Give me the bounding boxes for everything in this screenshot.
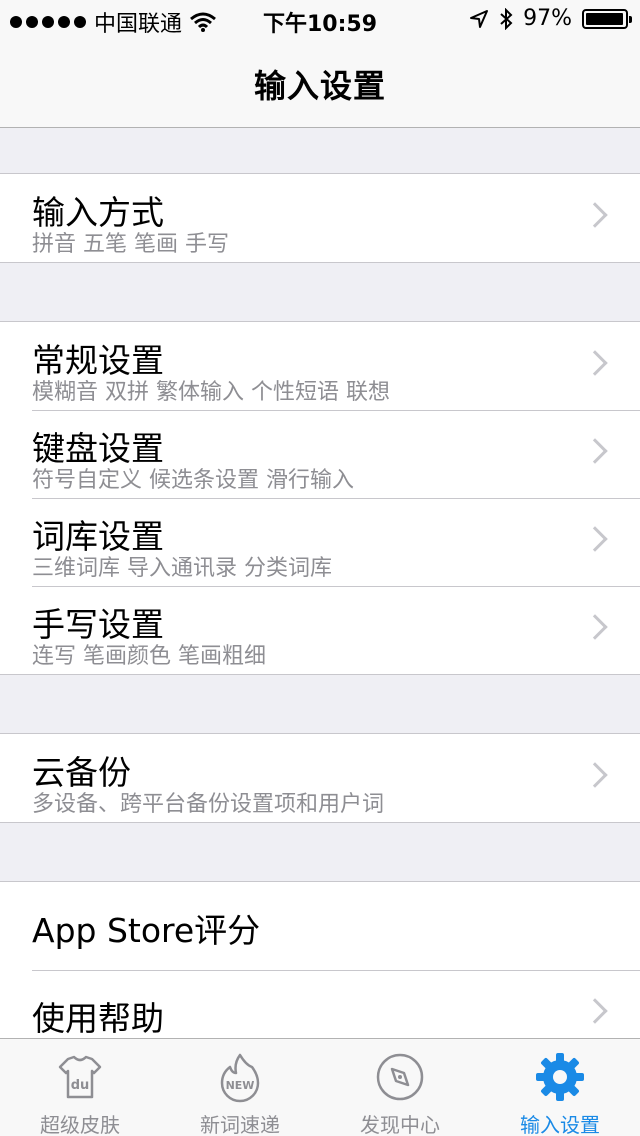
row-subtitle: 多设备、跨平台备份设置项和用户词 bbox=[32, 792, 385, 817]
chevron-right-icon bbox=[582, 202, 608, 228]
row-dictionary-settings[interactable]: 词库设置 三维词库 导入通讯录 分类词库 bbox=[0, 498, 640, 586]
battery-icon bbox=[582, 8, 632, 29]
settings-group-cloud: 云备份 多设备、跨平台备份设置项和用户词 bbox=[0, 733, 640, 823]
status-bar: 中国联通 下午10:59 97% bbox=[0, 0, 640, 40]
row-keyboard-settings[interactable]: 键盘设置 符号自定义 候选条设置 滑行输入 bbox=[0, 410, 640, 498]
location-arrow-icon bbox=[470, 9, 489, 28]
compass-icon bbox=[376, 1053, 424, 1101]
svg-text:du: du bbox=[71, 1078, 90, 1093]
tab-label: 发现中心 bbox=[360, 1113, 440, 1136]
chevron-right-icon bbox=[582, 998, 608, 1024]
row-input-method[interactable]: 输入方式 拼音 五笔 笔画 手写 bbox=[0, 174, 640, 262]
row-subtitle: 符号自定义 候选条设置 滑行输入 bbox=[32, 468, 354, 493]
row-subtitle: 三维词库 导入通讯录 分类词库 bbox=[32, 556, 332, 581]
tab-skins[interactable]: du 超级皮肤 bbox=[0, 1039, 160, 1136]
chevron-right-icon bbox=[582, 526, 608, 552]
page-title: 输入设置 bbox=[253, 66, 386, 105]
battery-percent: 97% bbox=[523, 6, 572, 31]
nav-bar: 输入设置 bbox=[0, 40, 640, 128]
chevron-right-icon bbox=[582, 438, 608, 464]
row-cloud-backup[interactable]: 云备份 多设备、跨平台备份设置项和用户词 bbox=[0, 734, 640, 822]
row-general-settings[interactable]: 常规设置 模糊音 双拼 繁体输入 个性短语 联想 bbox=[0, 322, 640, 410]
settings-group-misc: App Store评分 使用帮助 bbox=[0, 881, 640, 1059]
tab-label: 新词速递 bbox=[200, 1113, 280, 1136]
chevron-right-icon bbox=[582, 762, 608, 788]
row-app-store-rating[interactable]: App Store评分 bbox=[0, 882, 640, 970]
row-subtitle: 连写 笔画颜色 笔画粗细 bbox=[32, 644, 266, 669]
tab-label: 输入设置 bbox=[520, 1113, 600, 1136]
row-title: 使用帮助 bbox=[32, 999, 164, 1038]
shirt-icon: du bbox=[58, 1055, 102, 1099]
gear-icon bbox=[536, 1053, 584, 1101]
tab-bar: du 超级皮肤 NEW 新词速递 发现中心 输入设置 bbox=[0, 1038, 640, 1136]
chevron-right-icon bbox=[582, 350, 608, 376]
settings-group-general: 常规设置 模糊音 双拼 繁体输入 个性短语 联想 键盘设置 符号自定义 候选条设… bbox=[0, 321, 640, 675]
chevron-right-icon bbox=[582, 614, 608, 640]
bluetooth-icon bbox=[500, 7, 513, 30]
row-title: App Store评分 bbox=[32, 911, 261, 950]
settings-group-input-method: 输入方式 拼音 五笔 笔画 手写 bbox=[0, 173, 640, 263]
tab-input-settings[interactable]: 输入设置 bbox=[480, 1039, 640, 1136]
tab-discover[interactable]: 发现中心 bbox=[320, 1039, 480, 1136]
svg-text:NEW: NEW bbox=[226, 1079, 255, 1092]
row-subtitle: 拼音 五笔 笔画 手写 bbox=[32, 232, 229, 257]
tab-label: 超级皮肤 bbox=[40, 1113, 120, 1136]
row-subtitle: 模糊音 双拼 繁体输入 个性短语 联想 bbox=[32, 380, 390, 405]
tab-new-words[interactable]: NEW 新词速递 bbox=[160, 1039, 320, 1136]
flame-new-icon: NEW bbox=[220, 1053, 260, 1103]
row-handwriting-settings[interactable]: 手写设置 连写 笔画颜色 笔画粗细 bbox=[0, 586, 640, 674]
status-right: 97% bbox=[469, 6, 632, 31]
